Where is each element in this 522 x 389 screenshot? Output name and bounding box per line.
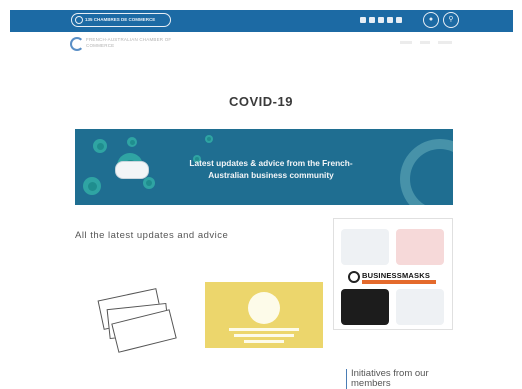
section-heading: All the latest updates and advice (75, 230, 229, 241)
white-mask-image (341, 229, 389, 265)
nav-item[interactable] (438, 41, 452, 44)
top-bar: 135 CHAMBRES DE COMMERCE ● ⚲ (10, 10, 513, 32)
card-text-line (234, 334, 294, 337)
pink-mask-image (396, 229, 444, 265)
facebook-f-icon[interactable] (378, 17, 384, 23)
article-card-yellow[interactable] (205, 282, 323, 348)
card-text-line (244, 340, 284, 343)
business-masks-ad[interactable]: BUSINESSMASKS (334, 219, 452, 329)
twitter-icon[interactable] (387, 17, 393, 23)
page-title: COVID-19 (229, 94, 293, 109)
brand-strip (362, 280, 436, 284)
brand-logo-icon (348, 271, 360, 283)
youtube-icon[interactable] (396, 17, 402, 23)
instagram-icon[interactable] (369, 17, 375, 23)
brand-name: BUSINESSMASKS (362, 271, 431, 280)
social-links (360, 17, 402, 23)
nav-item[interactable] (420, 41, 430, 44)
virus-icon (127, 137, 137, 147)
hero-text: Latest updates & advice from the French-… (189, 158, 353, 180)
user-icon[interactable]: ● (423, 12, 439, 28)
initiatives-link[interactable]: Initiatives from our members (346, 369, 436, 389)
card-text-line (229, 328, 299, 331)
search-icon[interactable]: ⚲ (443, 12, 459, 28)
virus-icon (83, 177, 101, 195)
face-mask-icon (115, 161, 149, 179)
cci-network-link[interactable]: 135 CHAMBRES DE COMMERCE (71, 13, 171, 27)
virus-icon (143, 177, 155, 189)
nav-item[interactable] (400, 41, 412, 44)
cci-network-label: 135 CHAMBRES DE COMMERCE (85, 17, 156, 22)
virus-icon (93, 139, 107, 153)
brand-bar: BUSINESSMASKS (348, 270, 438, 284)
chamber-logo-icon[interactable] (70, 37, 84, 51)
white-mask-image (396, 289, 444, 325)
chamber-swirl-icon (400, 139, 453, 205)
facebook-icon[interactable] (360, 17, 366, 23)
black-mask-image (341, 289, 389, 325)
hero-banner: Latest updates & advice from the French-… (75, 129, 453, 205)
avatar (248, 292, 280, 324)
virus-icon (205, 135, 213, 143)
article-card-letters[interactable] (86, 288, 182, 353)
globe-icon (75, 16, 83, 24)
logo-text: FRENCH-AUSTRALIAN CHAMBER OF COMMERCE (86, 37, 172, 48)
